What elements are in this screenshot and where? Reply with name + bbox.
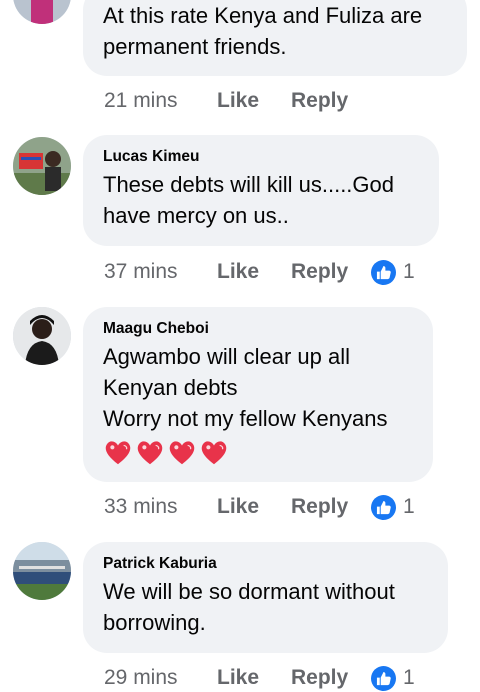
avatar-photo-icon [13, 307, 71, 365]
comment-author[interactable]: Patrick Kaburia [103, 555, 428, 573]
like-button[interactable]: Like [217, 495, 291, 519]
avatar[interactable] [13, 307, 71, 365]
comment-bubble: Lucas Kimeu These debts will kill us....… [83, 135, 439, 246]
reaction-summary[interactable]: 1 [371, 259, 415, 285]
comment-bubble: At this rate Kenya and Fuliza are perman… [83, 0, 467, 76]
heart-icon [169, 441, 195, 465]
avatar-photo-icon [13, 0, 71, 24]
avatar[interactable] [13, 542, 71, 600]
reaction-summary[interactable]: 1 [371, 494, 415, 520]
reply-button[interactable]: Reply [291, 495, 371, 519]
comment-text: These debts will kill us.....God [103, 172, 395, 197]
comment-text: At this rate Kenya and Fuliza are [103, 3, 423, 28]
comment-text: Agwambo will clear up all [103, 344, 350, 369]
reaction-count: 1 [403, 666, 415, 689]
comment-time[interactable]: 29 mins [104, 666, 217, 690]
emoji-row [103, 436, 413, 468]
heart-icon [137, 441, 163, 465]
reply-button[interactable]: Reply [291, 666, 371, 690]
comment-actions: 21 mins Like Reply [104, 87, 371, 115]
comment-bubble: Patrick Kaburia We will be so dormant wi… [83, 542, 448, 653]
comment-author[interactable]: Maagu Cheboi [103, 320, 413, 338]
comment-bubble: Maagu Cheboi Agwambo will clear up all K… [83, 307, 433, 482]
heart-icon [201, 441, 227, 465]
reaction-count: 1 [403, 495, 415, 518]
comment-actions: 33 mins Like Reply 1 [104, 493, 415, 521]
comment-time[interactable]: 37 mins [104, 260, 217, 284]
like-button[interactable]: Like [217, 666, 291, 690]
comment-text: Worry not my fellow Kenyans [103, 406, 388, 431]
reaction-summary[interactable]: 1 [371, 665, 415, 691]
thumbs-up-icon [371, 494, 396, 520]
comment-text: permanent friends. [103, 34, 287, 59]
heart-icon [105, 441, 131, 465]
avatar[interactable] [13, 137, 71, 195]
reaction-count: 1 [403, 260, 415, 283]
like-button[interactable]: Like [217, 89, 291, 113]
comment-time[interactable]: 21 mins [104, 89, 217, 113]
comment-author[interactable]: Lucas Kimeu [103, 148, 419, 166]
avatar-photo-icon [13, 137, 71, 195]
comment-actions: 29 mins Like Reply 1 [104, 664, 415, 692]
comment-text: We will be so dormant without [103, 579, 395, 604]
thumbs-up-icon [371, 259, 396, 285]
reply-button[interactable]: Reply [291, 89, 371, 113]
thumbs-up-icon [371, 665, 396, 691]
avatar[interactable] [13, 0, 71, 24]
comment-actions: 37 mins Like Reply 1 [104, 258, 415, 286]
comment-text: borrowing. [103, 610, 206, 635]
comment-text: Kenyan debts [103, 375, 238, 400]
comment-time[interactable]: 33 mins [104, 495, 217, 519]
like-button[interactable]: Like [217, 260, 291, 284]
reply-button[interactable]: Reply [291, 260, 371, 284]
comment-text: have mercy on us.. [103, 203, 289, 228]
avatar-photo-icon [13, 542, 71, 600]
